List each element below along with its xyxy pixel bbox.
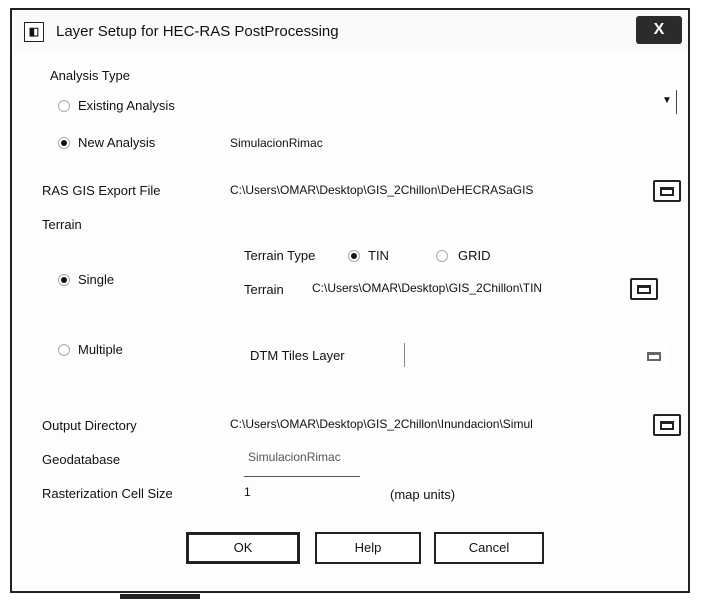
tin-label: TIN — [368, 248, 389, 263]
terrain-path-input[interactable]: C:\Users\OMAR\Desktop\GIS_2Chillon\TIN — [312, 281, 542, 295]
grid-label: GRID — [458, 248, 491, 263]
new-analysis-label: New Analysis — [78, 135, 156, 150]
dtm-tiles-label: DTM Tiles Layer — [250, 348, 345, 363]
output-directory-label: Output Directory — [42, 418, 137, 433]
ras-gis-export-label: RAS GIS Export File — [42, 183, 161, 198]
analysis-dropdown-arrow-icon[interactable]: ▼ — [662, 96, 672, 106]
cancel-button[interactable]: Cancel — [434, 532, 544, 564]
grid-radio[interactable] — [436, 250, 448, 262]
multiple-terrain-label: Multiple — [78, 342, 123, 357]
terrain-type-label: Terrain Type — [244, 248, 316, 263]
help-button[interactable]: Help — [315, 532, 421, 564]
geodatabase-label: Geodatabase — [42, 452, 121, 467]
ok-button[interactable]: OK — [186, 532, 300, 564]
output-directory-input[interactable]: C:\Users\OMAR\Desktop\GIS_2Chillon\Inund… — [230, 417, 533, 431]
ras-gis-export-input[interactable]: C:\Users\OMAR\Desktop\GIS_2Chillon\DeHEC… — [230, 183, 533, 197]
multiple-terrain-radio[interactable] — [58, 344, 70, 356]
geodatabase-underline — [244, 476, 360, 477]
app-icon: ◧ — [24, 22, 44, 42]
analysis-type-label: Analysis Type — [50, 68, 130, 83]
dialog-title: Layer Setup for HEC-RAS PostProcessing — [56, 23, 339, 40]
output-browse-button[interactable] — [653, 414, 681, 436]
folder-icon — [647, 352, 661, 361]
dtm-browse-button[interactable] — [640, 345, 668, 367]
raster-cell-size-input[interactable]: 1 — [244, 485, 251, 499]
analysis-dropdown-edge — [676, 90, 677, 114]
terrain-browse-button[interactable] — [630, 278, 658, 300]
existing-analysis-label: Existing Analysis — [78, 98, 175, 113]
geodatabase-input[interactable]: SimulacionRimac — [248, 450, 341, 464]
folder-icon — [637, 285, 651, 294]
new-analysis-radio[interactable] — [58, 137, 70, 149]
dtm-tiles-input[interactable] — [404, 343, 405, 367]
folder-icon — [660, 187, 674, 196]
folder-icon — [660, 421, 674, 430]
terrain-section-label: Terrain — [42, 217, 82, 232]
single-terrain-radio[interactable] — [58, 274, 70, 286]
single-terrain-label: Single — [78, 272, 115, 287]
raster-units-label: (map units) — [390, 487, 456, 502]
layer-setup-dialog: ◧ Layer Setup for HEC-RAS PostProcessing… — [10, 8, 690, 593]
close-button[interactable]: X — [636, 16, 682, 44]
raster-cell-size-label: Rasterization Cell Size — [42, 486, 173, 501]
export-browse-button[interactable] — [653, 180, 681, 202]
tin-radio[interactable] — [348, 250, 360, 262]
existing-analysis-radio[interactable] — [58, 100, 70, 112]
new-analysis-name-input[interactable]: SimulacionRimac — [230, 136, 323, 150]
title-bar: ◧ Layer Setup for HEC-RAS PostProcessing… — [12, 10, 688, 52]
terrain-label: Terrain — [244, 282, 284, 297]
scrollbar-fragment — [120, 594, 200, 599]
